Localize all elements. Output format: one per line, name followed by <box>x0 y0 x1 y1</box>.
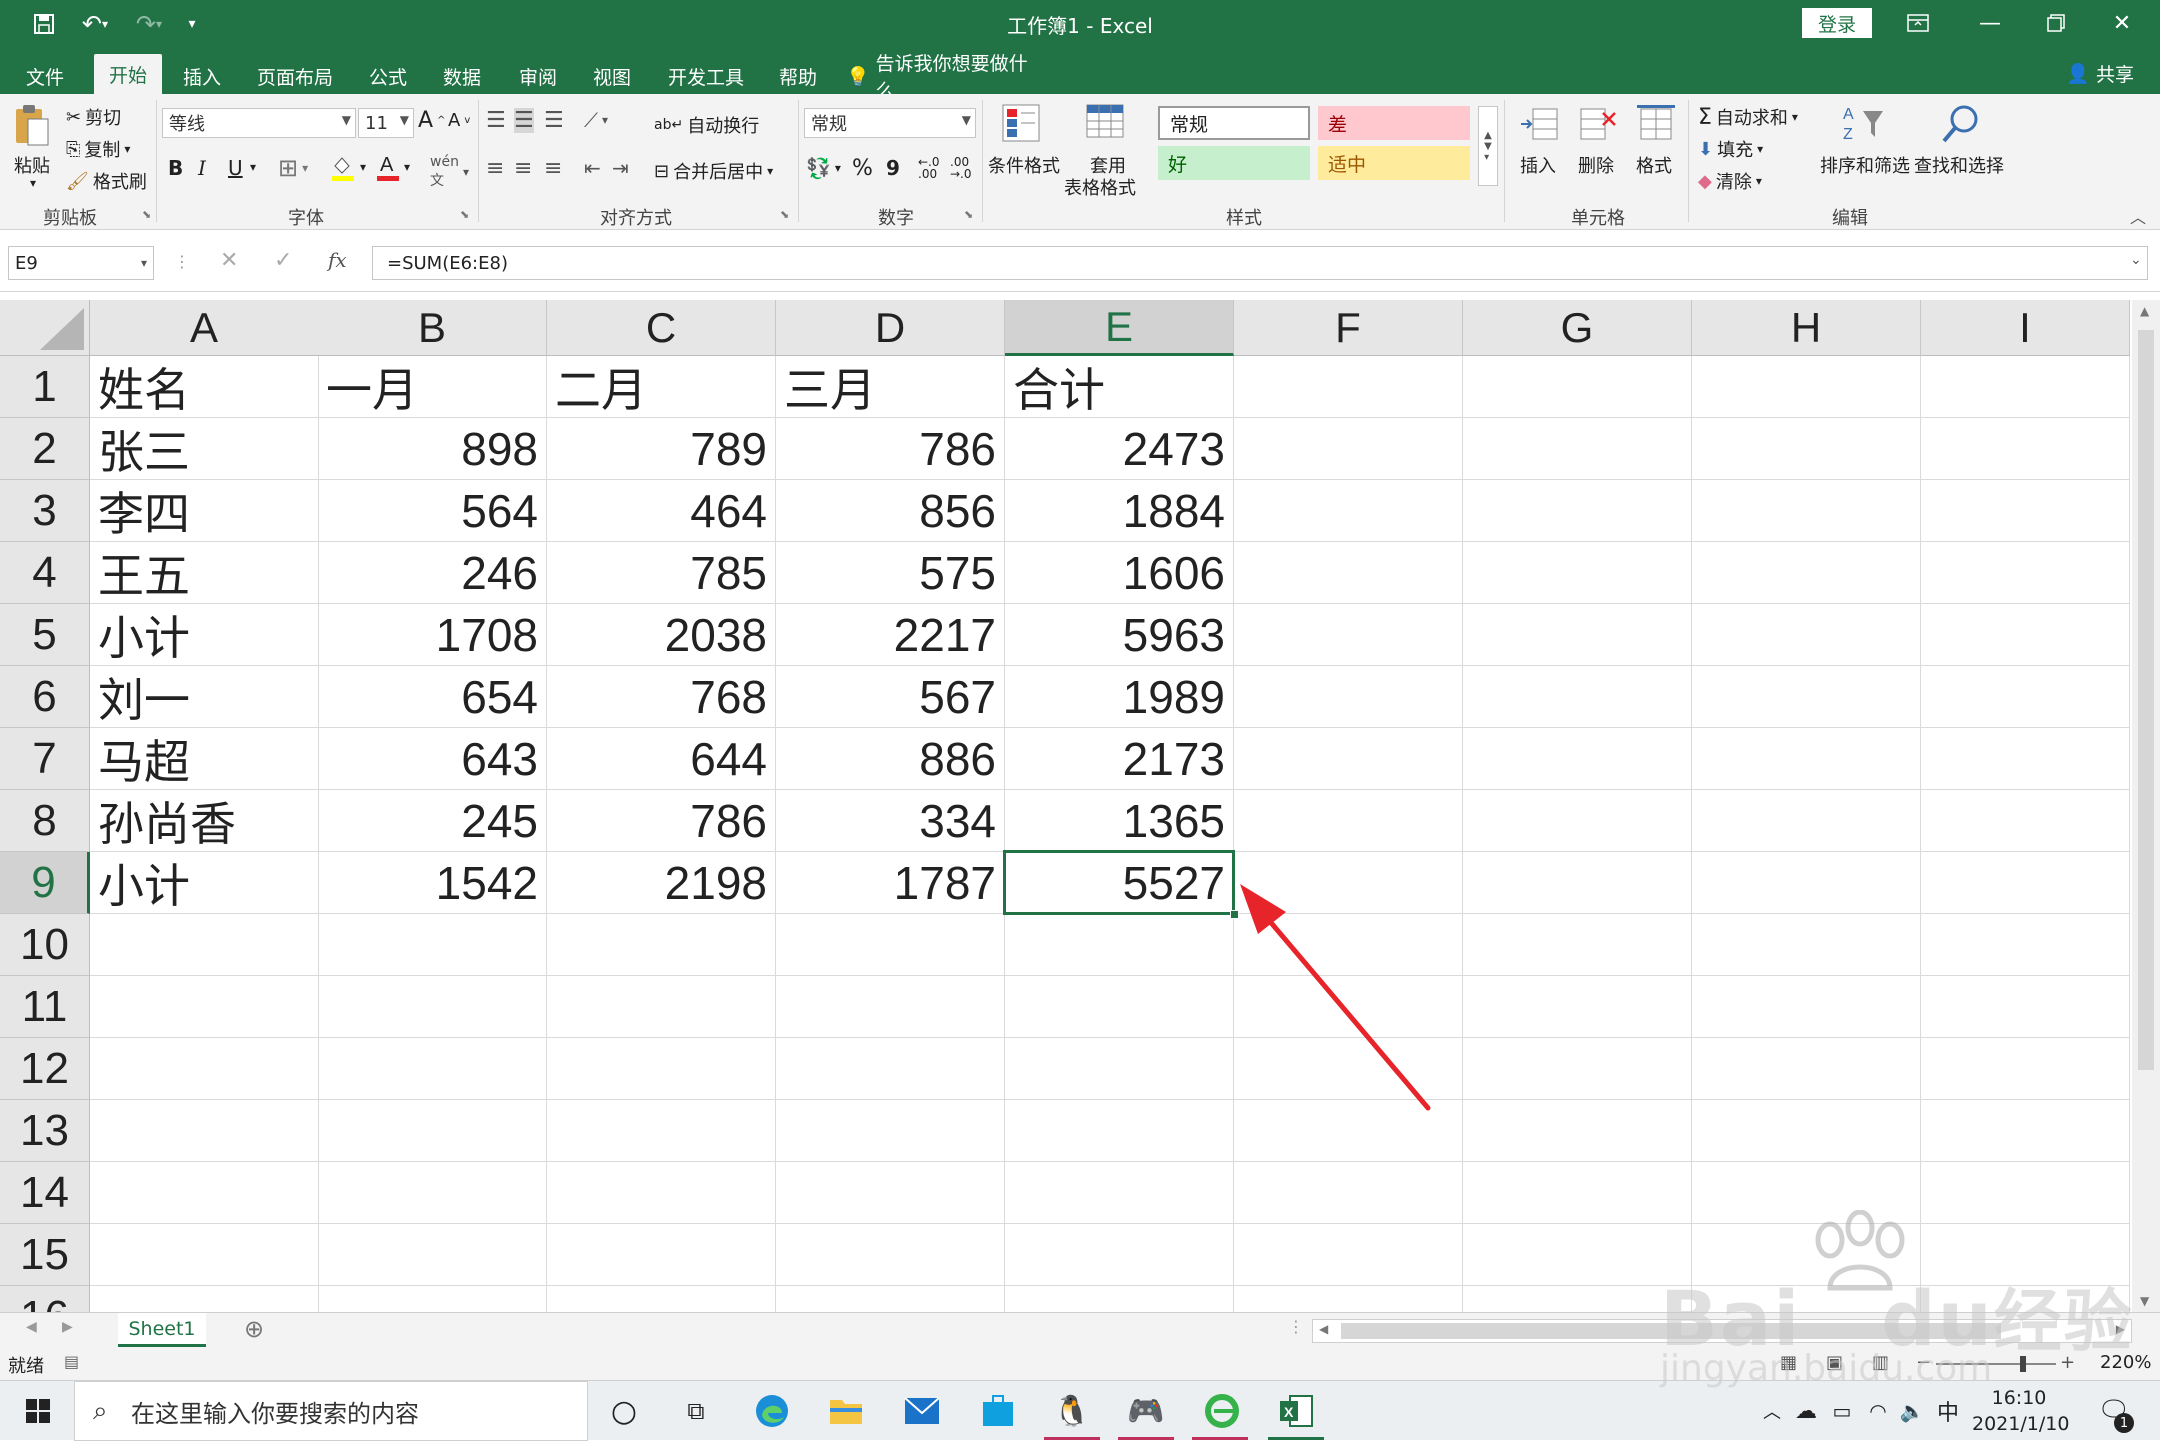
annotation-arrow <box>1240 884 1431 1111</box>
store-icon[interactable] <box>978 1391 1018 1431</box>
split-grip-icon: ⋮ <box>1288 1317 1304 1336</box>
zoom-out-icon[interactable]: − <box>1916 1352 1931 1373</box>
volume-icon[interactable]: 🔈 <box>1892 1391 1932 1431</box>
next-sheet-icon[interactable]: ▶ <box>62 1319 73 1335</box>
file-explorer-icon[interactable] <box>826 1391 866 1431</box>
clock-date: 2021/1/10 <box>1972 1413 2070 1435</box>
clock-time: 16:10 <box>1991 1387 2047 1409</box>
taskbar-clock[interactable]: 16:10 2021/1/10 <box>1972 1385 2070 1437</box>
notification-count-badge: 1 <box>2114 1413 2134 1433</box>
task-view-icon[interactable]: ⧉ <box>676 1391 716 1431</box>
zoom-level[interactable]: 220% <box>2100 1352 2151 1373</box>
onedrive-icon[interactable]: ☁ <box>1786 1391 1826 1431</box>
taskbar-search-box[interactable]: ⌕ 在这里输入你要搜索的内容 <box>74 1381 588 1441</box>
vertical-scroll-thumb[interactable] <box>2138 330 2154 1070</box>
scroll-up-icon[interactable]: ▲ <box>2140 304 2149 318</box>
svg-text:X: X <box>1284 1404 1294 1420</box>
vertical-scrollbar[interactable]: ▲ ▼ <box>2132 300 2160 1312</box>
mail-icon[interactable] <box>902 1391 942 1431</box>
taskbar-search-placeholder: 在这里输入你要搜索的内容 <box>131 1399 419 1428</box>
sheet-tab-sheet1[interactable]: Sheet1 <box>118 1313 206 1347</box>
windows-taskbar: ⌕ 在这里输入你要搜索的内容 ○ ⧉ 🐧 🎮 X ︿ ☁ ▭ ◠ 🔈 中 16:… <box>0 1380 2160 1441</box>
qq-app-icon[interactable]: 🐧 <box>1052 1391 1092 1431</box>
zoom-in-icon[interactable]: + <box>2060 1352 2075 1373</box>
normal-view-icon[interactable]: ▦ <box>1780 1352 1797 1373</box>
status-bar: 就绪 ▤ ▦ ▣ ▥ − + 220% <box>0 1348 2160 1380</box>
sheet-tab-bar: ◀ ▶ Sheet1 ⊕ ⋮ ◀ ▶ <box>0 1312 2160 1348</box>
macro-record-icon[interactable]: ▤ <box>64 1352 79 1371</box>
prev-sheet-icon[interactable]: ◀ <box>26 1319 37 1335</box>
status-ready: 就绪 <box>8 1356 44 1377</box>
page-layout-view-icon[interactable]: ▣ <box>1826 1352 1843 1373</box>
scroll-down-icon[interactable]: ▼ <box>2140 1294 2149 1308</box>
horizontal-scroll-thumb[interactable] <box>1341 1323 2001 1339</box>
new-sheet-icon[interactable]: ⊕ <box>244 1315 264 1343</box>
cortana-icon[interactable]: ○ <box>604 1391 644 1431</box>
edge-browser-icon[interactable] <box>752 1391 792 1431</box>
windows-start-icon[interactable] <box>18 1391 58 1431</box>
page-break-view-icon[interactable]: ▥ <box>1872 1352 1889 1373</box>
search-icon: ⌕ <box>93 1395 108 1426</box>
excel-app-icon[interactable]: X <box>1276 1391 1316 1431</box>
battery-icon[interactable]: ▭ <box>1822 1391 1862 1431</box>
ie-browser-icon[interactable] <box>1202 1391 1242 1431</box>
game-app-icon[interactable]: 🎮 <box>1126 1391 1166 1431</box>
ime-indicator[interactable]: 中 <box>1928 1391 1968 1431</box>
scroll-left-icon[interactable]: ◀ <box>1319 1322 1328 1336</box>
scroll-right-icon[interactable]: ▶ <box>2116 1322 2125 1336</box>
horizontal-scrollbar[interactable]: ◀ ▶ <box>1312 1319 2132 1343</box>
zoom-slider-thumb[interactable] <box>2020 1356 2026 1372</box>
zoom-slider[interactable] <box>1936 1363 2056 1365</box>
